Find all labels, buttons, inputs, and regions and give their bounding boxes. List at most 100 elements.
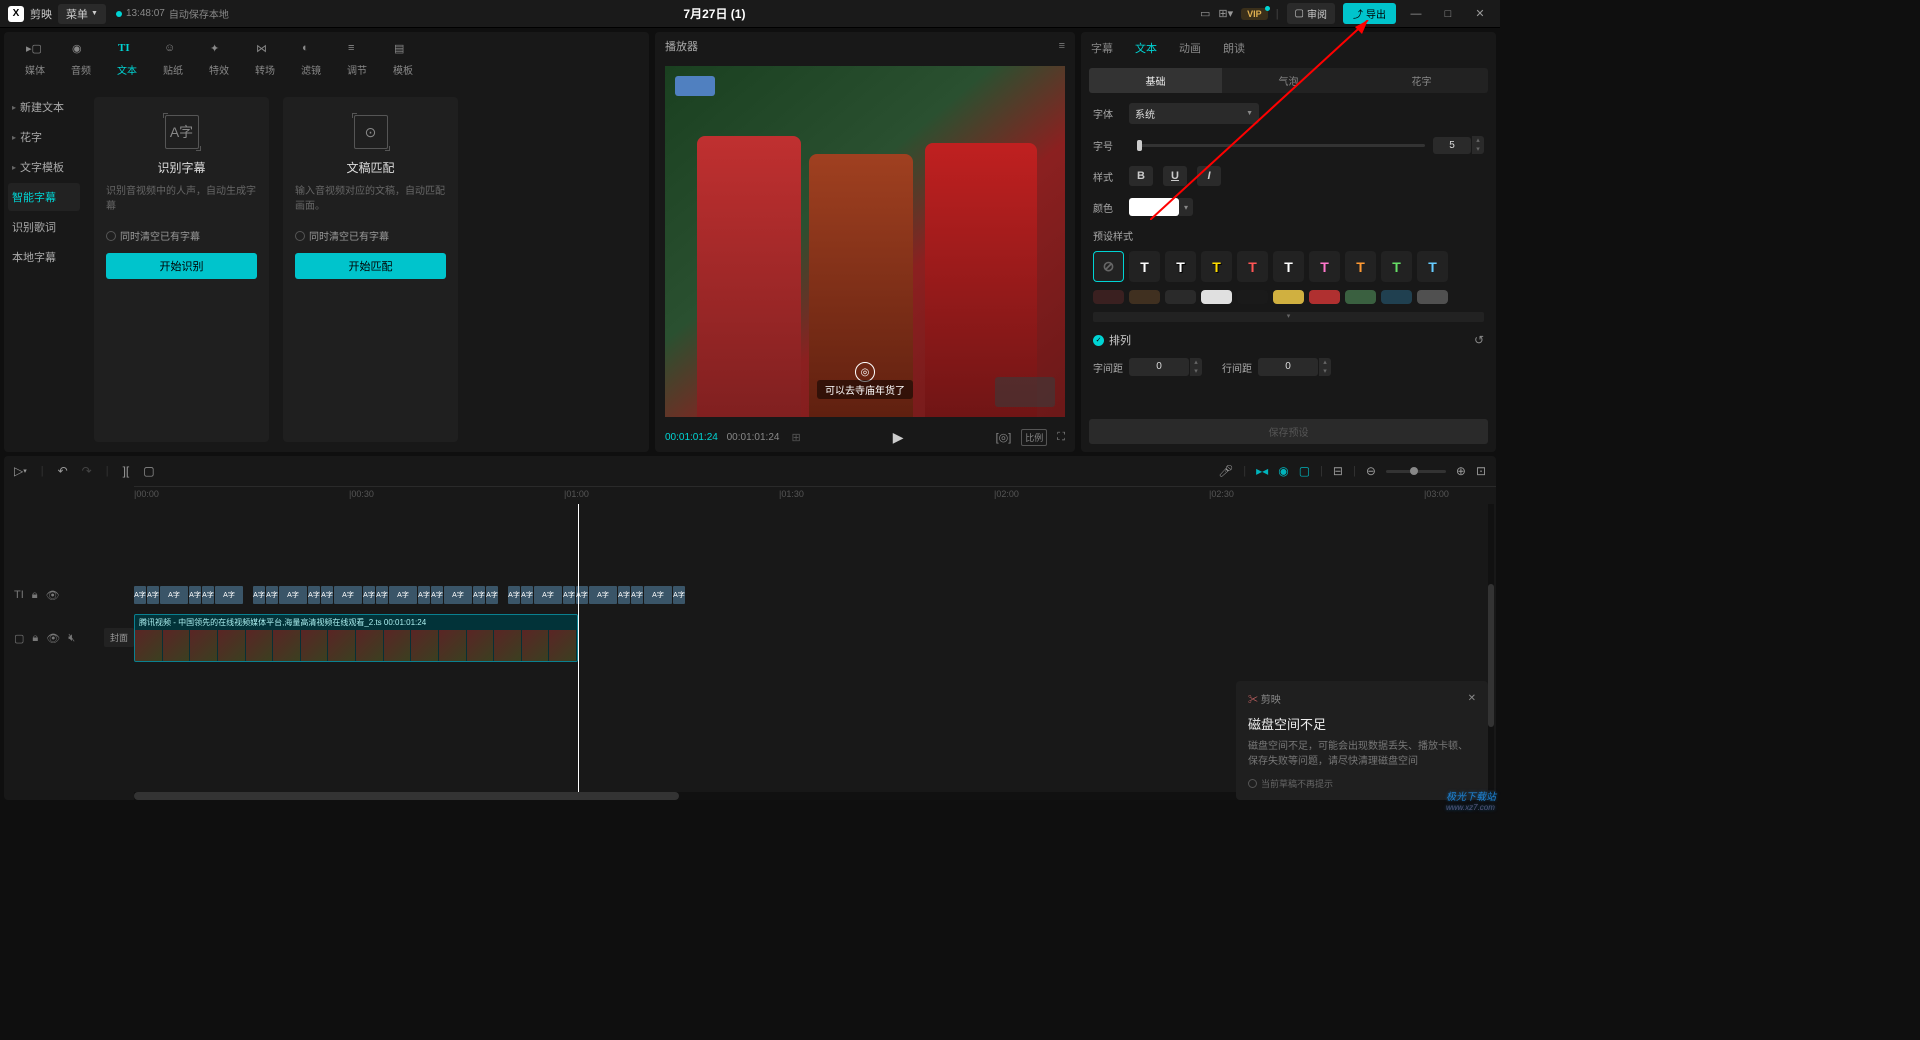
zoom-in-icon[interactable]: ⊕ (1456, 464, 1466, 478)
preset-item[interactable] (1129, 290, 1160, 304)
preset-item[interactable] (1093, 290, 1124, 304)
redo-button[interactable]: ↷ (82, 464, 92, 478)
preset-white-2[interactable]: T (1273, 251, 1304, 282)
zoom-out-icon[interactable]: ⊖ (1366, 464, 1376, 478)
text-clip[interactable]: A字 (431, 586, 443, 604)
sidebar-recognize-lyrics[interactable]: 识别歌词 (8, 213, 80, 241)
clear-existing-checkbox[interactable]: 同时清空已有字幕 (106, 228, 257, 243)
expand-presets[interactable]: ▾ (1093, 312, 1484, 322)
line-spacing-input[interactable]: 0 (1258, 358, 1318, 376)
preset-cyan[interactable]: T (1417, 251, 1448, 282)
minimize-button[interactable]: — (1404, 8, 1428, 20)
text-clip[interactable]: A字 (631, 586, 643, 604)
tab-media[interactable]: ▸▢媒体 (12, 38, 58, 81)
layout-icon-2[interactable]: ⊞▾ (1218, 7, 1233, 20)
timeline-vertical-scrollbar[interactable] (1488, 504, 1494, 790)
preset-green[interactable]: T (1381, 251, 1412, 282)
zoom-fit-icon[interactable]: ⊡ (1476, 464, 1486, 478)
sidebar-fancy-text[interactable]: ▸花字 (8, 123, 80, 151)
subtab-fancy[interactable]: 花字 (1355, 68, 1488, 93)
review-button[interactable]: ▢审阅 (1287, 3, 1335, 24)
preset-white-outline[interactable]: T (1165, 251, 1196, 282)
tab-template[interactable]: ▤模板 (380, 38, 426, 81)
preview-icon[interactable]: ▢ (1299, 464, 1310, 478)
sidebar-new-text[interactable]: ▸新建文本 (8, 93, 80, 121)
tab-sticker[interactable]: ☺贴纸 (150, 38, 196, 81)
clear-existing-checkbox[interactable]: 同时清空已有字幕 (295, 228, 446, 243)
dont-show-checkbox[interactable]: 当前草稿不再提示 (1248, 777, 1476, 790)
text-clip[interactable]: A字 (266, 586, 278, 604)
text-clip[interactable]: A字 (160, 586, 188, 604)
letter-spacing-spinner[interactable]: ▴▾ (1190, 358, 1202, 376)
preset-item[interactable] (1237, 290, 1268, 304)
menu-button[interactable]: 菜单▼ (58, 4, 106, 24)
text-clip[interactable]: A字 (644, 586, 672, 604)
text-clip[interactable]: A字 (473, 586, 485, 604)
font-select[interactable]: 系统▼ (1129, 103, 1259, 124)
bold-button[interactable]: B (1129, 166, 1153, 186)
play-button[interactable]: ▶ (813, 429, 984, 446)
preset-white[interactable]: T (1129, 251, 1160, 282)
tab-subtitle[interactable]: 字幕 (1091, 40, 1113, 60)
close-button[interactable]: ✕ (1468, 7, 1492, 20)
notif-close-icon[interactable]: ✕ (1468, 693, 1476, 704)
align-icon[interactable]: ⊟ (1333, 464, 1343, 478)
fullscreen-icon[interactable]: ⛶ (1057, 431, 1065, 444)
magnet-icon[interactable]: ▸◂ (1256, 464, 1268, 478)
text-clip[interactable]: A字 (589, 586, 617, 604)
preset-item[interactable] (1417, 290, 1448, 304)
text-clip[interactable]: A字 (321, 586, 333, 604)
video-clip[interactable]: 腾讯视频 - 中国领先的在线视频媒体平台,海量高清视频在线观看_2.ts 00:… (134, 614, 578, 662)
tab-transition[interactable]: ⋈转场 (242, 38, 288, 81)
text-clip[interactable]: A字 (376, 586, 388, 604)
italic-button[interactable]: I (1197, 166, 1221, 186)
lock-icon[interactable]: 🔒︎ (32, 589, 38, 602)
letter-spacing-input[interactable]: 0 (1129, 358, 1189, 376)
delete-tool[interactable]: ▢ (143, 464, 154, 478)
mic-icon[interactable]: 🎤︎ (1218, 464, 1233, 478)
preset-yellow[interactable]: T (1201, 251, 1232, 282)
start-recognize-button[interactable]: 开始识别 (106, 253, 257, 279)
sidebar-smart-subtitle[interactable]: 智能字幕 (8, 183, 80, 211)
text-clip[interactable]: A字 (534, 586, 562, 604)
preset-pink[interactable]: T (1309, 251, 1340, 282)
text-clip[interactable]: A字 (363, 586, 375, 604)
preset-item[interactable] (1309, 290, 1340, 304)
tab-text[interactable]: TI文本 (104, 38, 150, 81)
arrangement-toggle[interactable]: ✓ 排列 (1093, 332, 1131, 348)
preset-item[interactable] (1273, 290, 1304, 304)
tab-audio[interactable]: ◉音频 (58, 38, 104, 81)
tab-adjust[interactable]: ≡调节 (334, 38, 380, 81)
size-spinner[interactable]: ▴▾ (1472, 136, 1484, 154)
text-clip[interactable]: A字 (147, 586, 159, 604)
video-viewport[interactable]: ◎ 可以去寺庙年货了 (665, 66, 1065, 417)
subtab-bubble[interactable]: 气泡 (1222, 68, 1355, 93)
sidebar-text-template[interactable]: ▸文字模板 (8, 153, 80, 181)
ratio-button[interactable]: 比例 (1021, 429, 1047, 446)
preset-item[interactable] (1381, 290, 1412, 304)
text-clip[interactable]: A字 (418, 586, 430, 604)
color-picker[interactable]: ▾ (1129, 198, 1193, 216)
lock-icon[interactable]: 🔒︎ (32, 632, 38, 645)
text-clip[interactable]: A字 (334, 586, 362, 604)
tab-effect[interactable]: ✦特效 (196, 38, 242, 81)
text-clip[interactable]: A字 (389, 586, 417, 604)
preset-orange[interactable]: T (1345, 251, 1376, 282)
preset-item[interactable] (1345, 290, 1376, 304)
mute-icon[interactable]: 🔇︎ (68, 632, 75, 645)
timeline-ruler[interactable]: |00:00|00:30|01:00|01:30|02:00|02:30|03:… (134, 486, 1496, 504)
text-clip[interactable]: A字 (253, 586, 265, 604)
text-clip[interactable]: A字 (189, 586, 201, 604)
text-clip[interactable]: A字 (521, 586, 533, 604)
text-clip[interactable]: A字 (486, 586, 498, 604)
tab-text-props[interactable]: 文本 (1135, 40, 1157, 60)
zoom-slider[interactable] (1386, 470, 1446, 473)
text-clip[interactable]: A字 (673, 586, 685, 604)
preset-none[interactable]: ⊘ (1093, 251, 1124, 282)
layout-icon-1[interactable]: ▭ (1200, 7, 1210, 20)
reset-icon[interactable]: ↺ (1474, 333, 1484, 347)
maximize-button[interactable]: □ (1436, 8, 1460, 20)
selection-tool[interactable]: ▷▾ (14, 464, 27, 478)
visibility-icon[interactable]: 👁 (46, 632, 60, 645)
focus-tool-icon[interactable]: [◎] (996, 431, 1012, 444)
